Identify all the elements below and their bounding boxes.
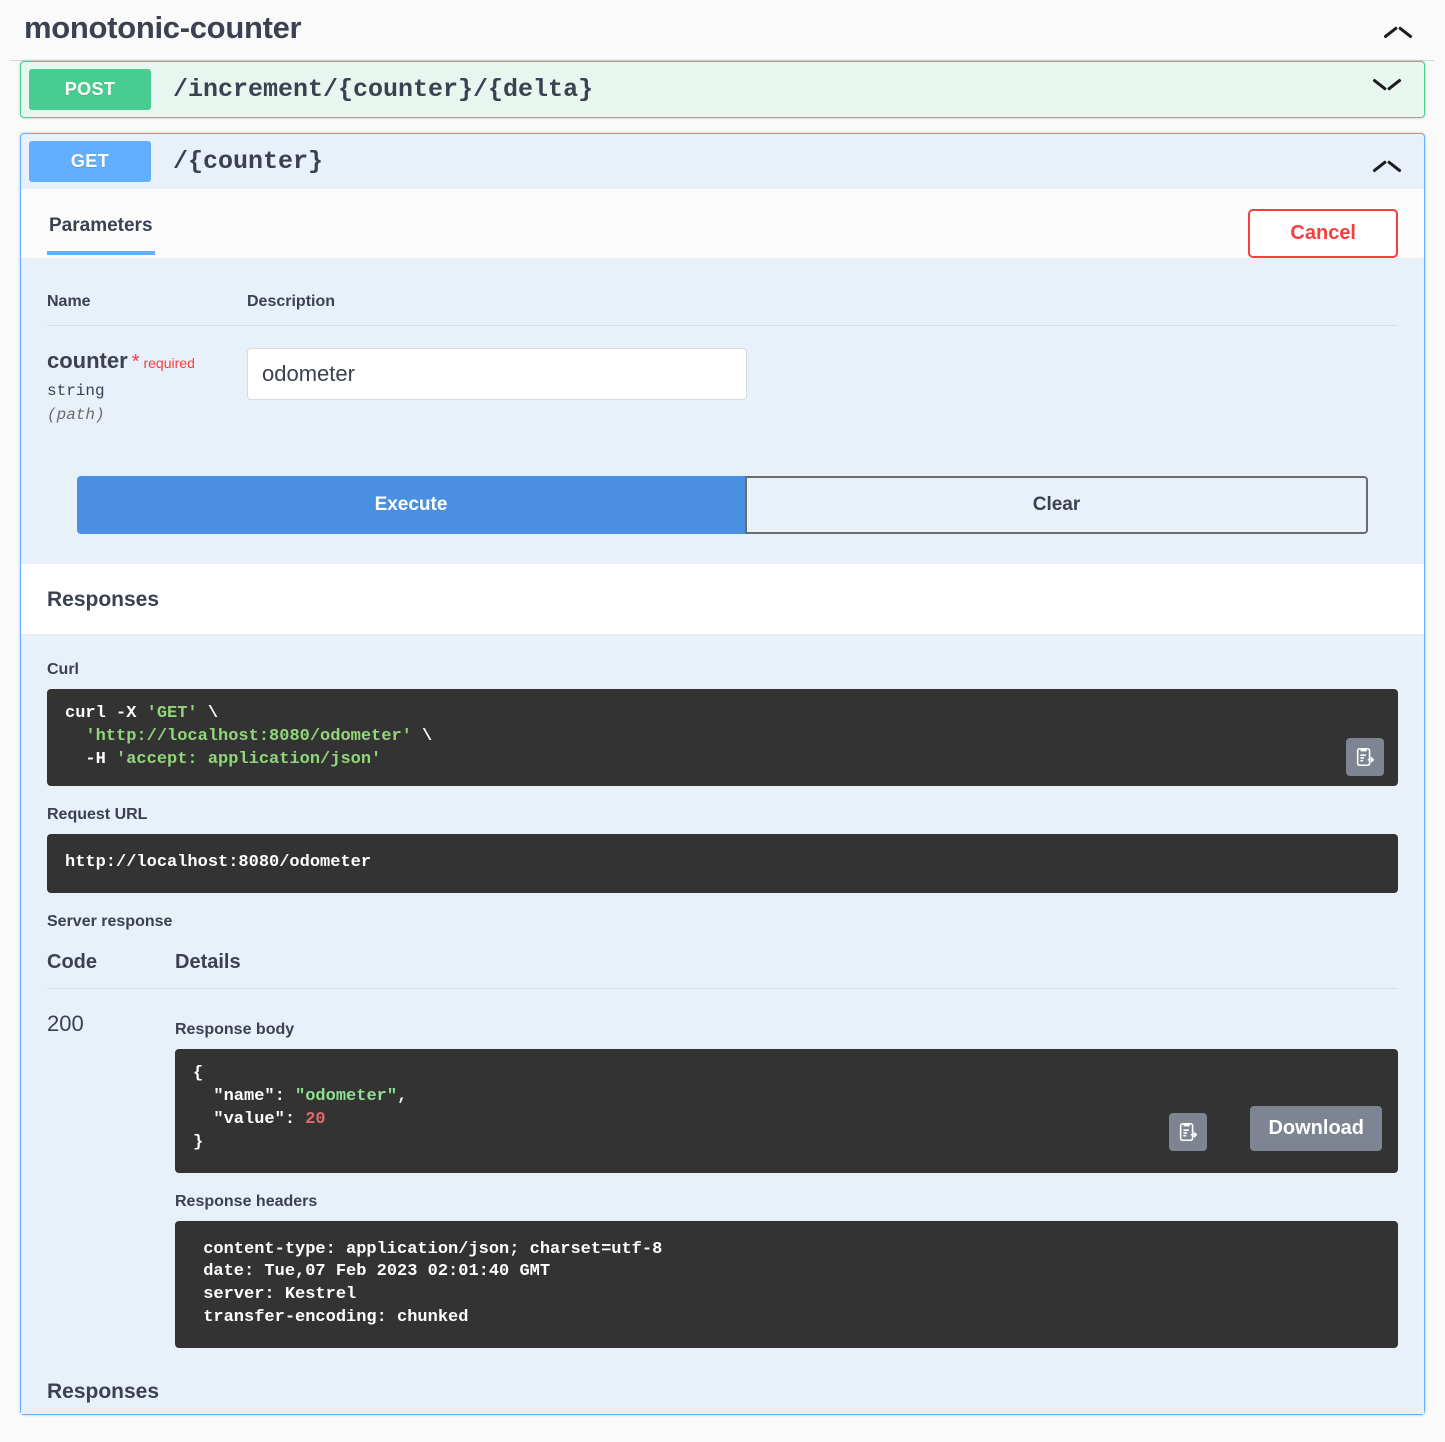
server-response-table: Code Details 200 Response body { "name":…: [47, 940, 1398, 1369]
curl-line1-tail: \: [197, 704, 219, 723]
column-header-name: Name: [47, 281, 247, 326]
column-header-description: Description: [247, 281, 1398, 326]
operation-path: /{counter}: [173, 147, 324, 176]
tab-parameters[interactable]: Parameters: [47, 207, 155, 255]
response-body-label: Response body: [175, 1020, 295, 1038]
json-open-brace: {: [193, 1063, 204, 1083]
curl-label: Curl: [47, 661, 79, 678]
required-label: required: [143, 355, 195, 371]
parameters-table: Name Description counter * required string: [47, 281, 1398, 424]
parameter-location: (path): [47, 406, 105, 424]
curl-line2-tail: \: [411, 726, 433, 746]
download-button[interactable]: Download: [1250, 1105, 1382, 1151]
json-value-name: "odometer": [295, 1086, 398, 1106]
http-method-badge: GET: [29, 141, 151, 182]
curl-method: 'GET': [146, 704, 198, 723]
column-header-code: Code: [47, 940, 175, 989]
request-url-block: http://localhost:8080/odometer: [47, 833, 1398, 893]
execute-clear-row: Execute Clear: [77, 476, 1368, 534]
parameter-name-line: counter * required: [47, 348, 247, 374]
responses-content: Curl curl -X 'GET' \ 'http://localhost:8…: [21, 635, 1424, 1415]
operation-get-counter[interactable]: GET /{counter} Parameters Cancel Name De…: [20, 133, 1425, 1416]
status-code: 200: [47, 1010, 84, 1036]
server-response-label: Server response: [47, 912, 173, 930]
copy-to-clipboard-icon[interactable]: [1346, 737, 1384, 776]
parameter-input-cell: [247, 326, 1398, 425]
http-method-badge: POST: [29, 69, 151, 110]
chevron-up-icon[interactable]: [1381, 17, 1415, 39]
responses-section-header: Responses: [21, 564, 1424, 635]
parameter-name: counter: [47, 348, 128, 373]
required-star: *: [131, 351, 140, 373]
curl-url: 'http://localhost:8080/odometer': [85, 726, 412, 746]
parameters-section: Name Description counter * required string: [21, 259, 1424, 564]
execute-button[interactable]: Execute: [77, 476, 745, 534]
response-code-cell: 200: [47, 988, 175, 1368]
response-body-block: { "name": "odometer", "value": 20 } Downl…: [175, 1048, 1398, 1173]
table-header-row: Name Description: [47, 281, 1398, 326]
curl-code-block: curl -X 'GET' \ 'http://localhost:8080/o…: [47, 689, 1398, 786]
curl-cmd: curl -X: [65, 704, 147, 723]
response-details-cell: Response body { "name": "odometer", "val…: [175, 988, 1398, 1368]
cancel-button[interactable]: Cancel: [1248, 209, 1398, 258]
clear-button[interactable]: Clear: [745, 476, 1368, 534]
tag-section: monotonic-counter POST /increment/{count…: [0, 0, 1445, 1416]
operation-body: Parameters Cancel Name Description count…: [21, 189, 1424, 1415]
table-row: 200 Response body { "name": "odometer", …: [47, 988, 1398, 1368]
table-header-row: Code Details: [47, 940, 1398, 989]
json-close-brace: }: [193, 1132, 204, 1152]
parameter-meta-cell: counter * required string (path): [47, 326, 247, 424]
curl-header-flag: -H: [65, 749, 117, 769]
tabs-row: Parameters Cancel: [21, 189, 1424, 259]
copy-to-clipboard-icon[interactable]: [1169, 1112, 1207, 1151]
column-header-details: Details: [175, 940, 1398, 989]
operation-summary[interactable]: GET /{counter}: [21, 134, 1424, 189]
json-key-value: "value":: [193, 1109, 306, 1129]
operation-summary[interactable]: POST /increment/{counter}/{delta}: [21, 62, 1424, 117]
operation-path: /increment/{counter}/{delta}: [173, 75, 594, 104]
chevron-up-icon[interactable]: [1370, 151, 1404, 173]
request-url-label: Request URL: [47, 805, 148, 823]
responses-heading-bottom: Responses: [47, 1368, 1398, 1405]
response-headers-label: Response headers: [175, 1192, 318, 1210]
table-row: counter * required string (path): [47, 326, 1398, 425]
counter-input[interactable]: [247, 348, 747, 400]
tag-header[interactable]: monotonic-counter: [10, 0, 1435, 61]
operation-post-increment[interactable]: POST /increment/{counter}/{delta}: [20, 61, 1425, 118]
chevron-down-icon[interactable]: [1370, 79, 1404, 101]
curl-header-value: 'accept: application/json': [116, 749, 382, 769]
tag-name: monotonic-counter: [24, 10, 302, 45]
parameter-type: string: [47, 382, 105, 400]
response-headers-block: content-type: application/json; charset=…: [175, 1220, 1398, 1349]
json-value-number: 20: [305, 1109, 326, 1129]
json-comma: ,: [397, 1086, 408, 1106]
responses-heading: Responses: [47, 588, 160, 611]
json-key-name: "name":: [193, 1086, 296, 1106]
